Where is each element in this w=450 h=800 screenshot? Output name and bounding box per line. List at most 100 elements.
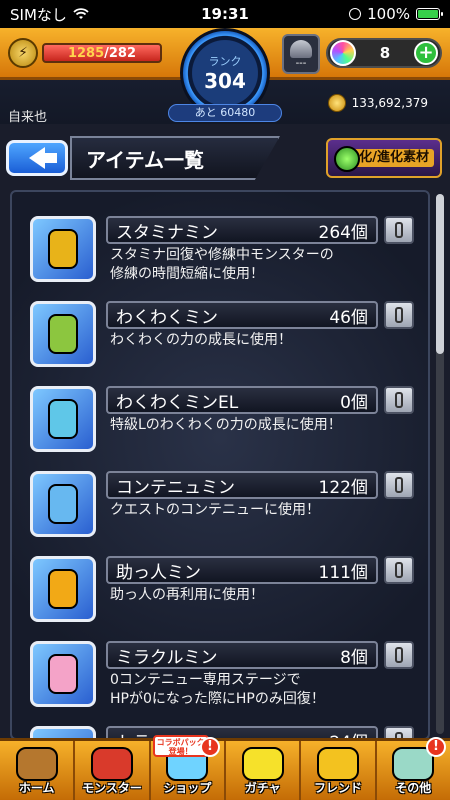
wifi-icon <box>73 8 89 20</box>
stamina-text: 1285/282 <box>44 46 160 61</box>
status-bar: SIMなし 19:31 100% <box>0 0 450 28</box>
helmet-icon <box>290 39 312 58</box>
item-row[interactable]: わくわくミンEL 0個特級Lのわくわくの力の成長に使用！ <box>30 386 422 470</box>
nav-label: ガチャ <box>244 781 281 795</box>
item-icon[interactable] <box>30 386 96 452</box>
battery-percent: 100% <box>367 5 410 23</box>
rank-value: 304 <box>204 69 246 93</box>
item-name: スタミナミン <box>116 222 218 243</box>
nav-label: モンスター <box>82 781 142 795</box>
item-count: 122個 <box>318 477 368 498</box>
item-name-panel: わくわくミンEL 0個 <box>106 386 378 414</box>
item-name: コンテニュミン <box>116 477 235 498</box>
scrollbar[interactable] <box>436 194 444 734</box>
rank-label: ランク <box>208 55 242 68</box>
nav-icon <box>241 747 284 781</box>
nav-icon <box>90 747 133 781</box>
potion-icon <box>48 484 78 524</box>
item-count: 46個 <box>329 307 368 328</box>
item-name: 助っ人ミン <box>116 562 201 583</box>
item-info-button[interactable] <box>384 471 414 499</box>
nav-icon <box>15 747 58 781</box>
back-arrow-icon <box>29 147 57 169</box>
coin-counter: 133,692,379 <box>327 94 428 112</box>
item-icon[interactable] <box>30 301 96 367</box>
nav-tab-2[interactable]: ショップ コラボパック 登場！! <box>151 735 226 800</box>
item-info-button[interactable] <box>384 556 414 584</box>
item-name: ミラクルミン <box>116 647 218 668</box>
nav-label: フレンド <box>313 781 362 795</box>
item-description: 0コンテニュー専用ステージで HPが0になった際にHPのみ回復！ <box>110 672 325 707</box>
nav-label: ショップ <box>163 781 212 795</box>
stamina-gauge[interactable]: ⚡ 1285/282 <box>8 38 162 68</box>
item-name-panel: コンテニュミン 122個 <box>106 471 378 499</box>
nav-tab-3[interactable]: ガチャ <box>226 741 302 800</box>
item-row[interactable]: コンテニュミン 122個クエストのコンテニューに使用！ <box>30 471 422 555</box>
evolution-materials-button[interactable]: 強化/進化素材 <box>326 138 442 178</box>
rotation-lock-icon <box>349 8 362 20</box>
item-info-button[interactable] <box>384 301 414 329</box>
item-count: 264個 <box>318 222 368 243</box>
back-button[interactable] <box>6 140 68 176</box>
nav-label: ホーム <box>18 781 55 795</box>
nav-tab-1[interactable]: モンスター <box>75 741 151 800</box>
info-icon <box>395 562 403 578</box>
item-list[interactable]: スタミナミン 264個 スタミナ回復や修練中モンスターの 修練の時間短縮に使用！ わく… <box>10 190 430 740</box>
item-row[interactable]: 助っ人ミン 111個 助っ人の再利用に使用！ <box>30 556 422 640</box>
stamina-icon: ⚡ <box>8 38 38 68</box>
potion-icon <box>48 654 78 694</box>
helmet-box[interactable]: --- <box>282 34 320 74</box>
nav-tab-0[interactable]: ホーム <box>0 741 76 800</box>
item-info-button[interactable] <box>384 641 414 669</box>
item-row[interactable]: わくわくミン 46個 わくわくの力の成長に使用！ <box>30 301 422 385</box>
stamina-max: /282 <box>104 46 137 61</box>
scrollbar-thumb[interactable] <box>436 194 444 354</box>
status-right: 100% <box>290 5 443 23</box>
orb-icon <box>330 40 356 66</box>
potion-icon <box>48 314 78 354</box>
item-name-panel: スタミナミン 264個 <box>106 216 378 244</box>
item-row[interactable]: ミラクルミン 8個 0コンテニュー専用ステージで HPが0になった際にHPのみ回復！ <box>30 641 422 725</box>
player-name: 自来也 <box>8 110 48 125</box>
item-name: わくわくミン <box>116 307 218 328</box>
add-orb-button[interactable]: + <box>414 41 438 65</box>
item-info-button[interactable] <box>384 386 414 414</box>
item-count: 0個 <box>340 392 368 413</box>
item-icon[interactable] <box>30 216 96 282</box>
info-icon <box>395 477 403 493</box>
item-name-panel: 助っ人ミン 111個 <box>106 556 378 584</box>
potion-icon <box>48 229 78 269</box>
battery-icon <box>416 8 443 20</box>
page-title: アイテム一覧 <box>70 136 280 180</box>
status-time: 19:31 <box>201 5 249 23</box>
orb-counter[interactable]: 8 + <box>326 38 442 68</box>
helmet-box-label: --- <box>295 57 307 69</box>
stamina-current: 1285 <box>67 46 105 61</box>
bottom-nav: ホーム モンスター ショップ コラボパック 登場！! ガチャ フレンド その他! <box>0 735 450 800</box>
item-description: 特級Lのわくわくの力の成長に使用！ <box>110 417 342 433</box>
title-bar: アイテム一覧 強化/進化素材 <box>0 128 450 188</box>
status-left: SIMなし <box>10 4 160 25</box>
coin-amount: 133,692,379 <box>351 96 428 110</box>
item-name-panel: ミラクルミン 8個 <box>106 641 378 669</box>
nav-tab-5[interactable]: その他! <box>377 737 450 800</box>
material-orb-icon <box>334 146 360 172</box>
item-info-button[interactable] <box>384 216 414 244</box>
orb-count: 8 <box>379 44 391 62</box>
notification-badge: ! <box>199 737 220 757</box>
nav-label: その他 <box>395 781 432 795</box>
item-count: 8個 <box>340 647 368 668</box>
info-icon <box>395 647 403 663</box>
nav-icon <box>316 747 359 781</box>
coin-icon <box>327 94 346 112</box>
item-description: クエストのコンテニューに使用！ <box>110 502 320 518</box>
nav-tab-4[interactable]: フレンド <box>301 741 377 800</box>
item-count: 111個 <box>318 562 368 583</box>
item-icon[interactable] <box>30 471 96 537</box>
item-name-panel: わくわくミン 46個 <box>106 301 378 329</box>
notification-badge: ! <box>425 737 446 757</box>
info-icon <box>395 307 403 323</box>
item-row[interactable]: スタミナミン 264個 スタミナ回復や修練中モンスターの 修練の時間短縮に使用！ <box>30 216 422 300</box>
item-icon[interactable] <box>30 641 96 707</box>
item-icon[interactable] <box>30 556 96 622</box>
